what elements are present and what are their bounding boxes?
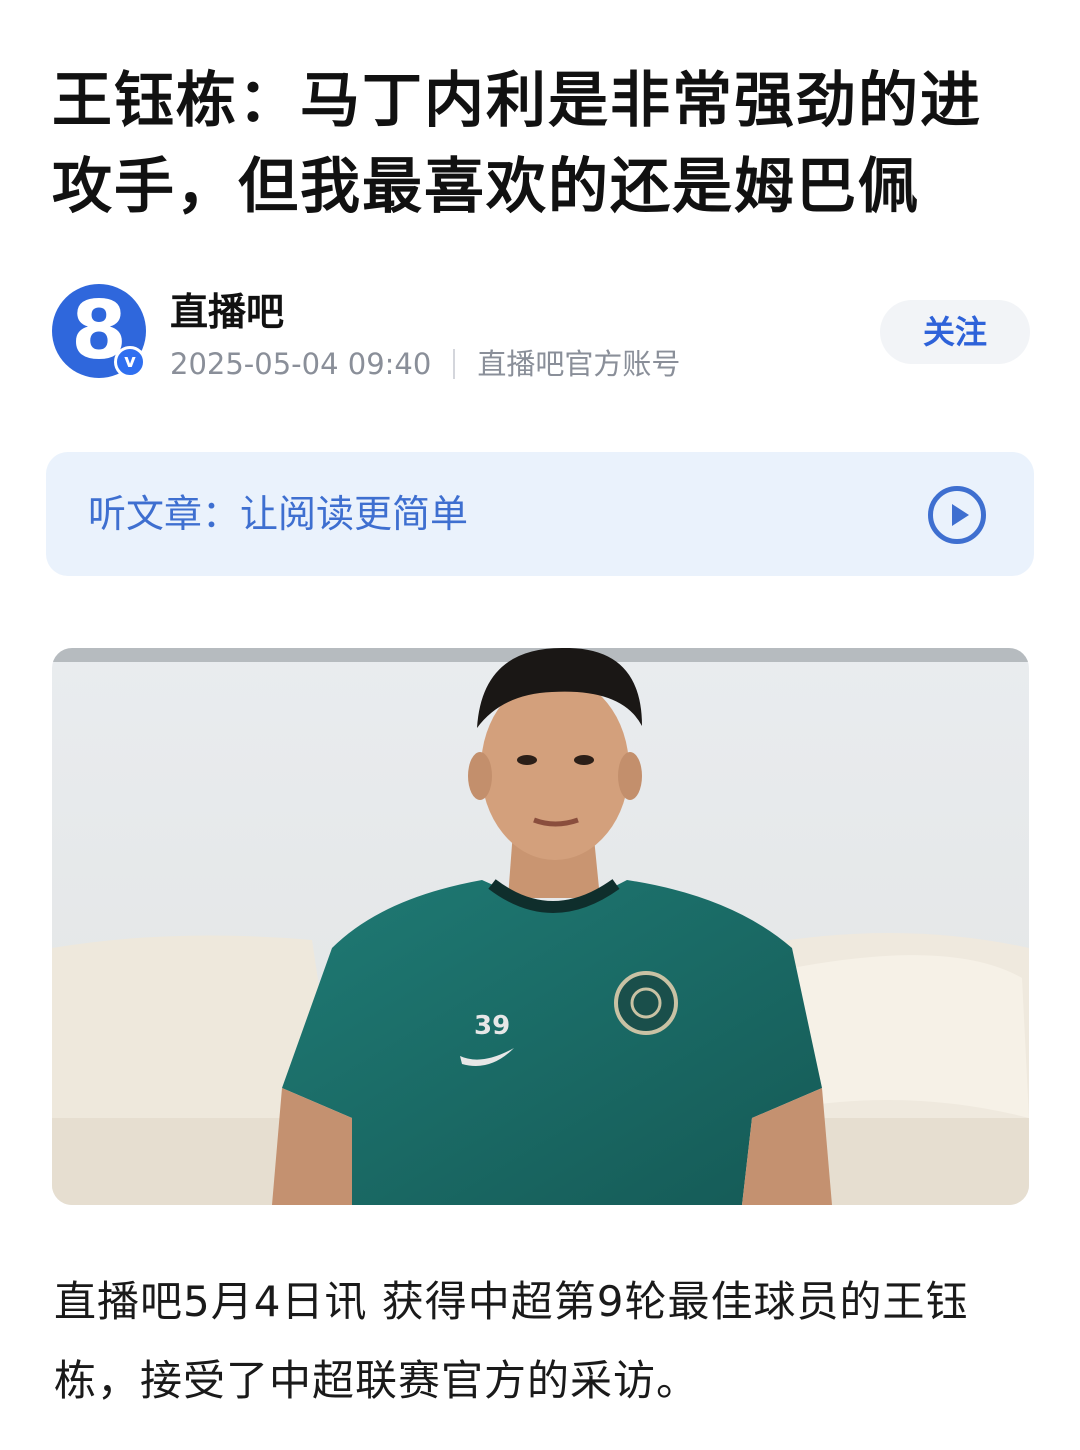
avatar[interactable]: 8 v xyxy=(52,284,146,378)
article-title: 王钰栋：马丁内利是非常强劲的进攻手，但我最喜欢的还是姆巴佩 xyxy=(52,66,982,222)
verified-badge-icon: v xyxy=(114,346,146,378)
follow-button[interactable]: 关注 xyxy=(880,300,1030,364)
meta-divider xyxy=(453,349,456,379)
author-meta: 2025-05-04 09:40 直播吧官方账号 xyxy=(170,344,680,384)
account-type-label: 直播吧官方账号 xyxy=(477,347,681,381)
play-icon[interactable] xyxy=(928,486,986,544)
article-body-paragraph: 直播吧5月4日讯 获得中超第9轮最佳球员的王钰栋，接受了中超联赛官方的采访。 xyxy=(54,1277,969,1405)
publish-timestamp: 2025-05-04 09:40 xyxy=(170,347,432,381)
article-page: 王钰栋：马丁内利是非常强劲的进攻手，但我最喜欢的还是姆巴佩 8 v 直播吧 20… xyxy=(0,0,1080,1450)
listen-article-bar[interactable]: 听文章：让阅读更简单 xyxy=(46,452,1034,576)
article-photo[interactable]: 39 xyxy=(52,648,1029,1205)
jersey-number: 39 xyxy=(474,1011,510,1041)
author-name[interactable]: 直播吧 xyxy=(170,288,284,336)
author-row: 8 v 直播吧 2025-05-04 09:40 直播吧官方账号 关注 xyxy=(52,284,1030,384)
listen-article-label: 听文章：让阅读更简单 xyxy=(88,492,469,536)
player-photo-image: 39 xyxy=(52,648,1029,1205)
